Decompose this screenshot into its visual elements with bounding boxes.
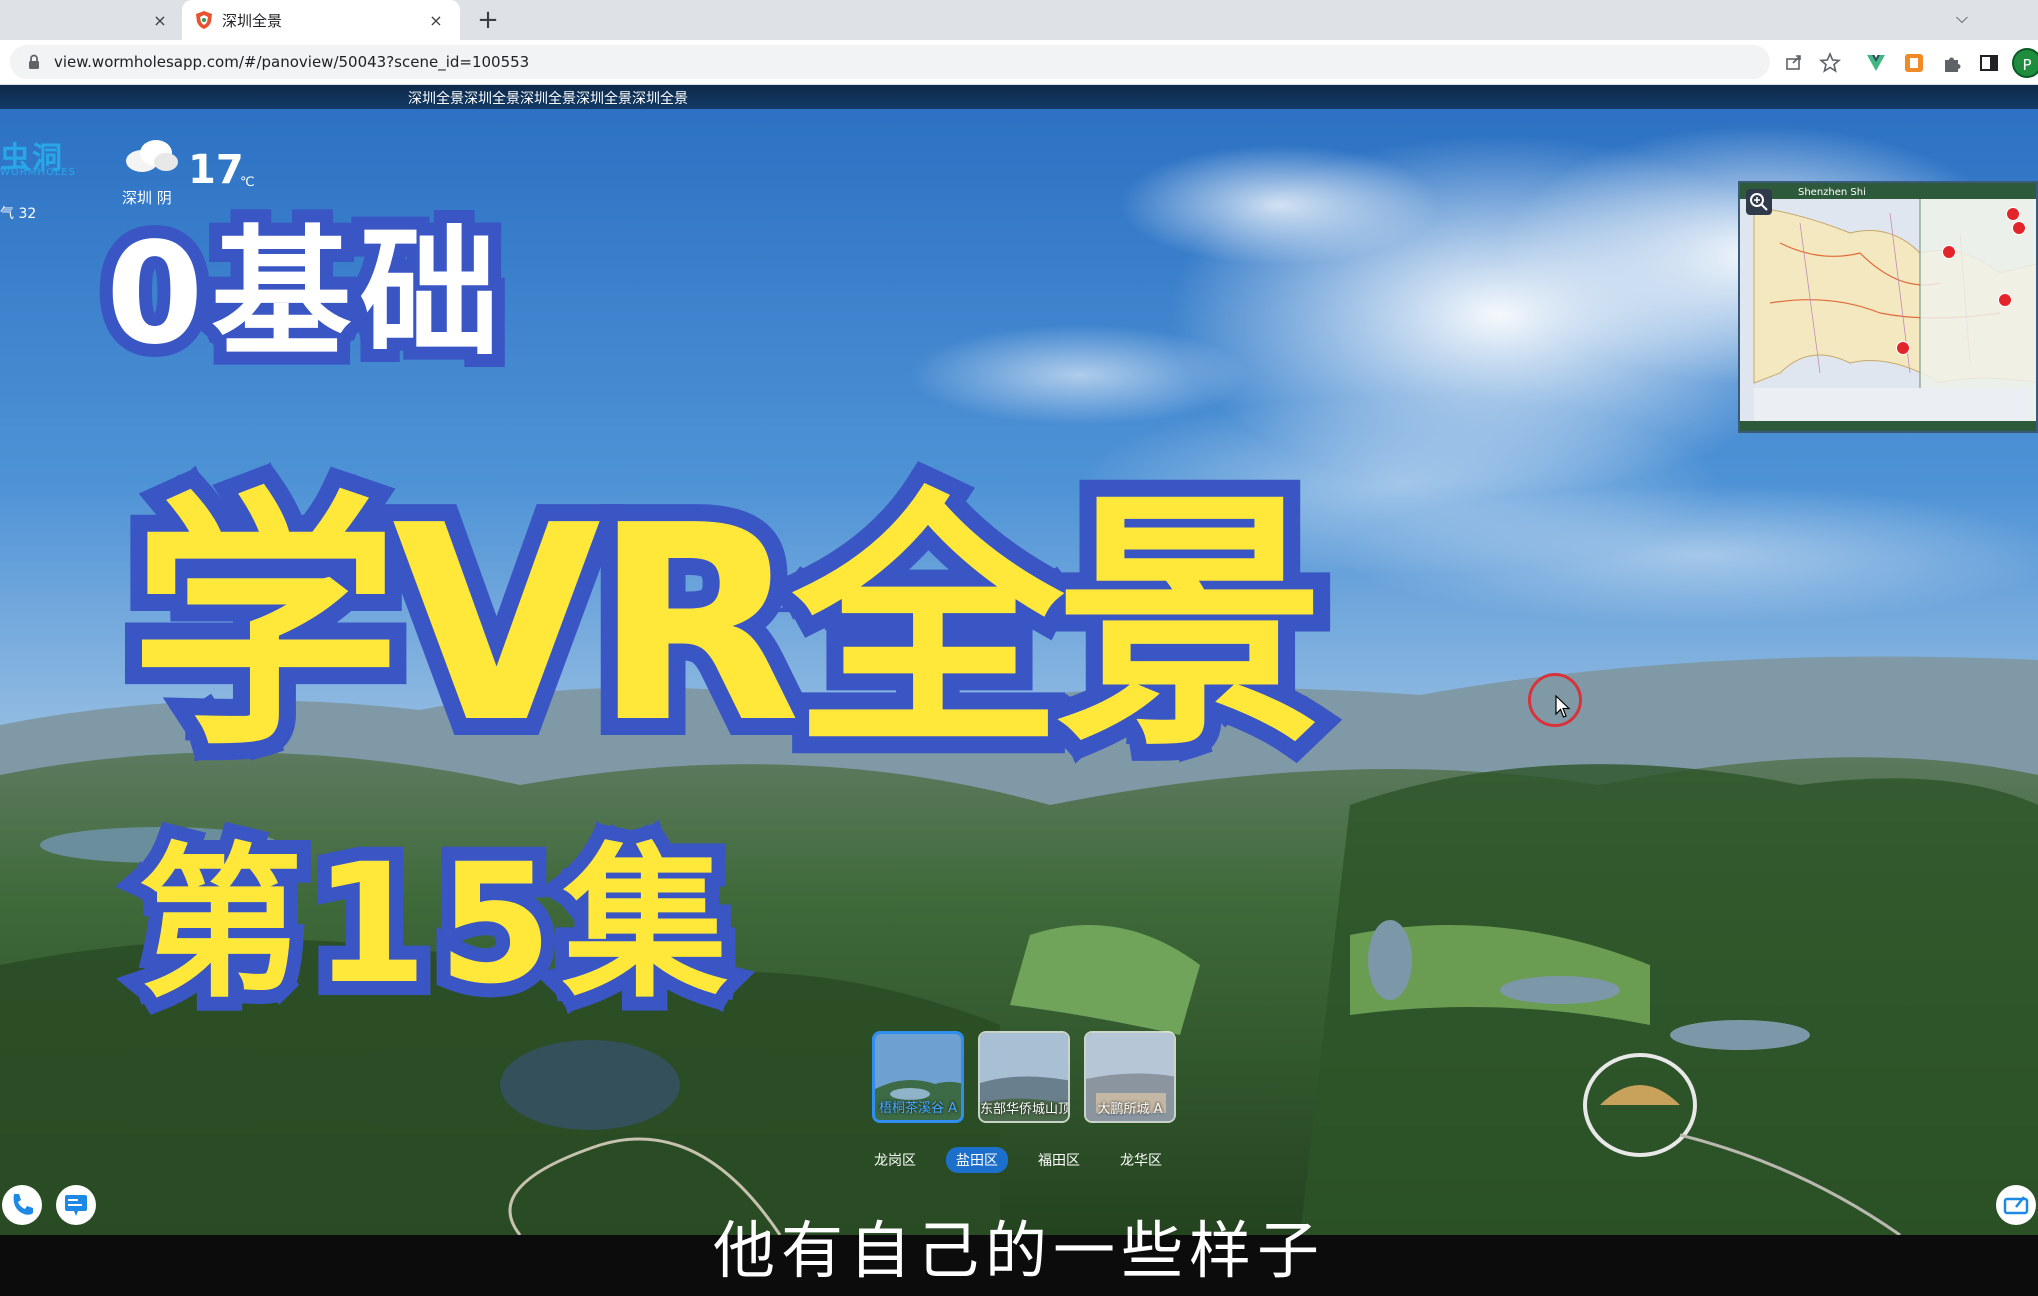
new-tab-button[interactable]: + bbox=[474, 6, 502, 34]
scene-title: 深圳全景深圳全景深圳全景深圳全景深圳全景 bbox=[408, 91, 688, 107]
lock-icon[interactable] bbox=[28, 54, 40, 70]
scene-thumbnail[interactable]: 大鹏所城 A bbox=[1084, 1031, 1176, 1123]
scene-thumbnail-label: 大鹏所城 A bbox=[1097, 1102, 1163, 1117]
scene-thumbnail[interactable]: 东部华侨城山顶 bbox=[978, 1031, 1070, 1123]
minimap-image[interactable] bbox=[1740, 183, 2038, 433]
extension-orange-icon[interactable] bbox=[1903, 52, 1925, 74]
browser-toolbar: view.wormholesapp.com/#/panoview/50043?s… bbox=[0, 40, 2038, 85]
minimap-header: Shenzhen Shi bbox=[1798, 187, 1866, 198]
shield-favicon-icon bbox=[196, 11, 212, 29]
overlay-title-line1: 0基础 bbox=[93, 200, 512, 389]
browser-tab-active[interactable]: 深圳全景 × bbox=[182, 0, 460, 40]
district-tab[interactable]: 福田区 bbox=[1028, 1147, 1090, 1173]
profile-avatar[interactable]: P bbox=[2012, 48, 2038, 78]
district-tab[interactable]: 龙岗区 bbox=[864, 1147, 926, 1173]
map-marker[interactable] bbox=[1896, 341, 1910, 355]
scene-thumbnail-label: 东部华侨城山顶 bbox=[980, 1102, 1068, 1117]
district-tab[interactable]: 龙华区 bbox=[1110, 1147, 1172, 1173]
address-bar[interactable]: view.wormholesapp.com/#/panoview/50043?s… bbox=[10, 45, 1801, 79]
scene-thumbnail-label: 梧桐茶溪谷 A bbox=[878, 1101, 958, 1116]
tab-search-chevron-icon[interactable]: ⌵ bbox=[1956, 8, 1968, 28]
sidepanel-icon[interactable] bbox=[1978, 52, 2000, 74]
overlay-title-line3: 第15集 bbox=[124, 814, 742, 1034]
zoom-in-icon[interactable] bbox=[1746, 189, 1772, 215]
minimap[interactable]: Shenzhen Shi bbox=[1738, 181, 2038, 433]
share-icon[interactable] bbox=[1784, 52, 1804, 72]
district-tab[interactable]: 盐田区 bbox=[946, 1147, 1008, 1173]
map-marker[interactable] bbox=[2012, 221, 2026, 235]
panorama-viewer[interactable]: 深圳全景深圳全景深圳全景深圳全景深圳全景 虫洞 WORMHOLES 气 32 1… bbox=[0, 85, 2038, 1235]
tab-close-icon[interactable]: × bbox=[150, 10, 170, 30]
air-quality: 气 32 bbox=[0, 206, 37, 222]
url-text[interactable]: view.wormholesapp.com/#/panoview/50043?s… bbox=[54, 53, 529, 71]
mouse-cursor-icon bbox=[1555, 695, 1571, 718]
logo-subtext: WORMHOLES bbox=[0, 167, 76, 178]
browser-tab-bar: × 深圳全景 × + ⌵ bbox=[0, 0, 2038, 40]
map-marker[interactable] bbox=[1942, 245, 1956, 259]
scene-thumbnail[interactable]: 梧桐茶溪谷 A bbox=[872, 1031, 964, 1123]
puzzle-icon[interactable] bbox=[1941, 52, 1963, 74]
tab-close-icon[interactable]: × bbox=[426, 10, 446, 30]
cloud-icon bbox=[126, 140, 178, 172]
video-subtitle: 他有自己的一些样子 bbox=[712, 1214, 1325, 1287]
map-marker[interactable] bbox=[2006, 207, 2020, 221]
browser-tab-previous[interactable]: × bbox=[0, 0, 180, 40]
vue-devtools-icon[interactable] bbox=[1865, 52, 1887, 74]
star-icon[interactable] bbox=[1819, 52, 1841, 74]
map-marker[interactable] bbox=[1998, 293, 2012, 307]
scene-title-band: 深圳全景深圳全景深圳全景深圳全景深圳全景 bbox=[0, 85, 2038, 109]
overlay-title-line2: 学VR全景 bbox=[113, 450, 1342, 799]
tab-title: 深圳全景 bbox=[222, 12, 283, 30]
